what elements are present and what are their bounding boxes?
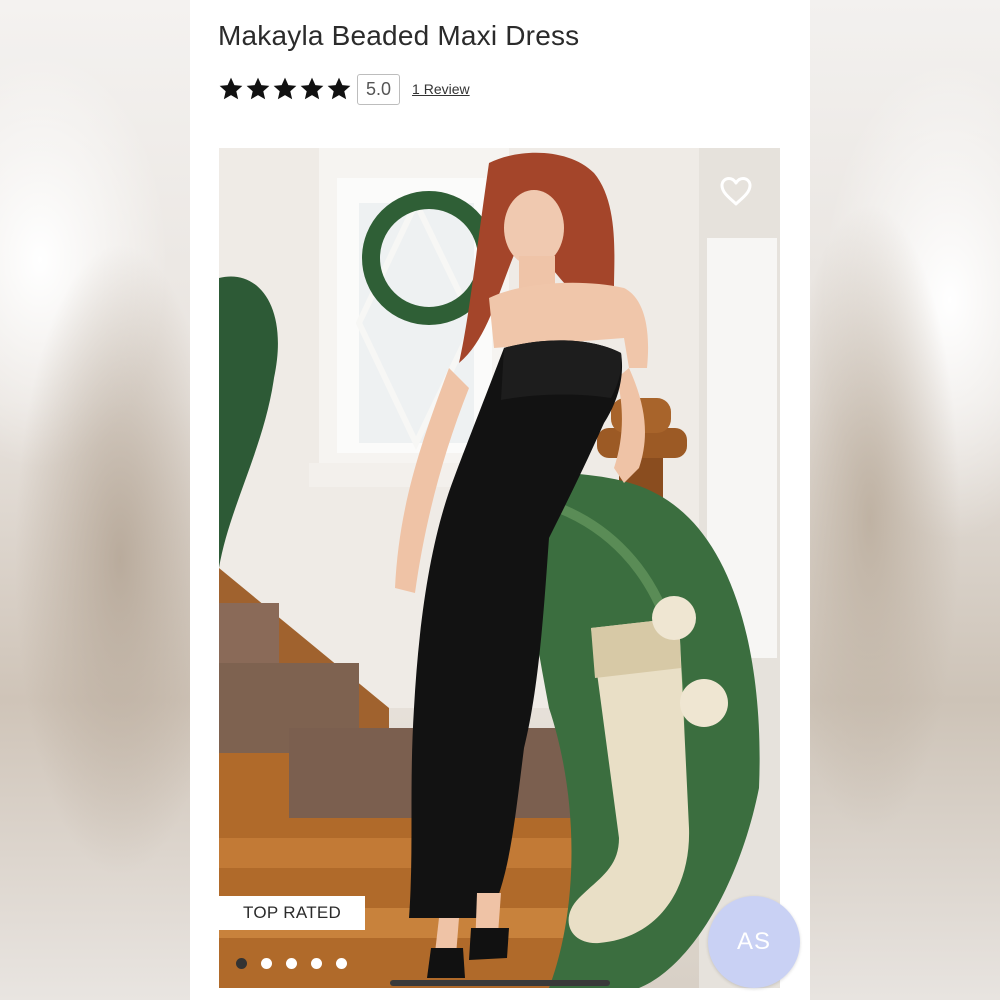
carousel-dot[interactable] xyxy=(336,958,347,969)
heart-icon xyxy=(720,177,752,206)
star-rating xyxy=(218,76,352,102)
star-icon xyxy=(273,77,297,100)
horizontal-scrollbar[interactable] xyxy=(390,980,610,986)
top-rated-badge: TOP RATED xyxy=(219,896,366,930)
blurred-backdrop-right xyxy=(810,0,1000,1000)
user-avatar[interactable]: AS xyxy=(708,896,800,988)
product-title: Makayla Beaded Maxi Dress xyxy=(218,20,580,51)
carousel-dot[interactable] xyxy=(236,958,247,969)
star-icon xyxy=(327,77,351,100)
product-image[interactable]: TOP RATED xyxy=(219,148,780,988)
reviews-link[interactable]: 1 Review xyxy=(412,81,470,97)
product-photo-illustration xyxy=(219,148,780,988)
favorite-heart-button[interactable] xyxy=(715,170,757,212)
carousel-dot[interactable] xyxy=(261,958,272,969)
carousel-dot[interactable] xyxy=(311,958,322,969)
carousel-dots xyxy=(236,958,347,969)
star-icon xyxy=(246,77,270,100)
rating-row: 5.0 1 Review xyxy=(218,72,470,106)
product-card: Makayla Beaded Maxi Dress 5.0 1 Review T… xyxy=(190,0,810,1000)
blurred-backdrop-left xyxy=(0,0,190,1000)
avatar-initials: AS xyxy=(736,928,771,955)
carousel-dot[interactable] xyxy=(286,958,297,969)
rating-value: 5.0 xyxy=(357,73,401,105)
star-icon xyxy=(219,77,243,100)
star-icon xyxy=(300,77,324,100)
